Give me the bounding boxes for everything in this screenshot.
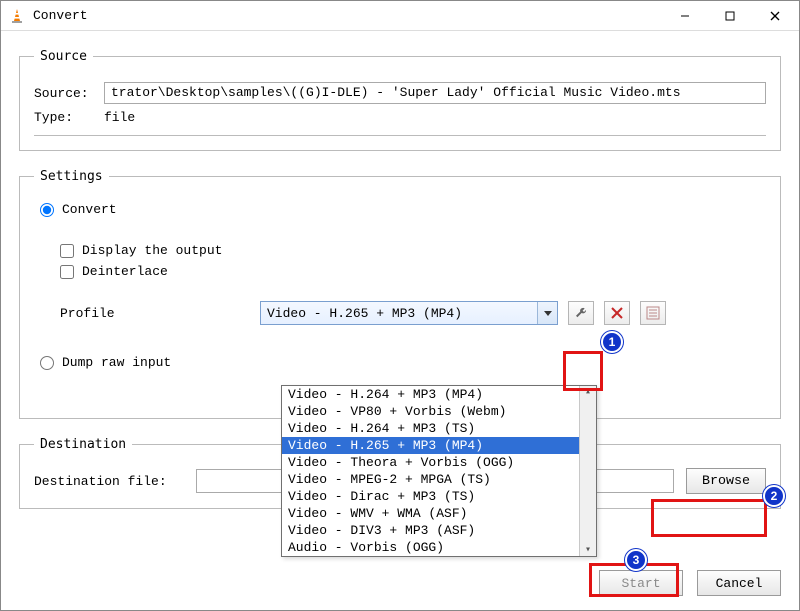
badge-3: 3	[625, 549, 647, 571]
deinterlace-label: Deinterlace	[82, 264, 168, 279]
profile-label: Profile	[60, 306, 260, 321]
type-label: Type:	[34, 110, 104, 125]
dropdown-item[interactable]: Video - H.265 + MP3 (MP4)	[282, 437, 579, 454]
destination-label: Destination file:	[34, 474, 184, 489]
dropdown-item[interactable]: Audio - Vorbis (OGG)	[282, 539, 579, 556]
list-icon	[646, 306, 660, 320]
dropdown-item[interactable]: Video - WMV + WMA (ASF)	[282, 505, 579, 522]
cancel-button[interactable]: Cancel	[697, 570, 781, 596]
dropdown-item[interactable]: Video - H.264 + MP3 (TS)	[282, 420, 579, 437]
window-title: Convert	[33, 8, 88, 23]
settings-legend: Settings	[34, 169, 109, 184]
wrench-icon	[574, 306, 588, 320]
new-profile-button[interactable]	[640, 301, 666, 325]
source-input[interactable]: trator\Desktop\samples\((G)I-DLE) - 'Sup…	[104, 82, 766, 104]
titlebar: Convert	[1, 1, 799, 31]
dropdown-item[interactable]: Video - H.264 + MP3 (MP4)	[282, 386, 579, 403]
badge-2: 2	[763, 485, 785, 507]
profile-combobox[interactable]: Video - H.265 + MP3 (MP4)	[260, 301, 558, 325]
close-button[interactable]	[752, 2, 797, 30]
deinterlace-input[interactable]	[60, 265, 74, 279]
profile-selected: Video - H.265 + MP3 (MP4)	[261, 306, 537, 321]
edit-profile-button[interactable]	[568, 301, 594, 325]
type-value: file	[104, 110, 135, 125]
dump-raw-input[interactable]	[40, 356, 54, 370]
source-label: Source:	[34, 86, 104, 101]
x-icon	[611, 307, 623, 319]
convert-dialog: Convert Source Source: trator\Desktop\sa…	[0, 0, 800, 611]
source-divider	[34, 135, 766, 136]
scroll-up-icon[interactable]: ▴	[585, 386, 591, 398]
source-legend: Source	[34, 49, 93, 64]
maximize-icon	[725, 11, 735, 21]
close-icon	[770, 11, 780, 21]
convert-radio[interactable]: Convert	[40, 202, 766, 217]
settings-group: Settings Convert Display the output Dein…	[19, 169, 781, 419]
display-output-label: Display the output	[82, 243, 222, 258]
vlc-icon	[9, 8, 25, 24]
convert-radio-label: Convert	[62, 202, 117, 217]
minimize-icon	[680, 11, 690, 21]
delete-profile-button[interactable]	[604, 301, 630, 325]
display-output-checkbox[interactable]: Display the output	[60, 243, 766, 258]
dump-raw-label: Dump raw input	[62, 355, 171, 370]
chevron-down-icon	[544, 311, 552, 316]
browse-button[interactable]: Browse	[686, 468, 766, 494]
dialog-footer: Start Cancel	[599, 570, 781, 596]
start-button[interactable]: Start	[599, 570, 683, 596]
dropdown-item[interactable]: Video - MPEG-2 + MPGA (TS)	[282, 471, 579, 488]
dropdown-item[interactable]: Video - DIV3 + MP3 (ASF)	[282, 522, 579, 539]
dropdown-scrollbar[interactable]: ▴ ▾	[579, 386, 596, 556]
dropdown-item[interactable]: Video - Dirac + MP3 (TS)	[282, 488, 579, 505]
display-output-input[interactable]	[60, 244, 74, 258]
scroll-down-icon[interactable]: ▾	[585, 544, 591, 556]
destination-legend: Destination	[34, 437, 132, 452]
convert-radio-input[interactable]	[40, 203, 54, 217]
minimize-button[interactable]	[662, 2, 707, 30]
source-group: Source Source: trator\Desktop\samples\((…	[19, 49, 781, 151]
dropdown-item[interactable]: Video - VP80 + Vorbis (Webm)	[282, 403, 579, 420]
profile-dropdown-button[interactable]	[537, 302, 557, 324]
profile-dropdown-list[interactable]: Video - H.264 + MP3 (MP4)Video - VP80 + …	[281, 385, 597, 557]
badge-1: 1	[601, 331, 623, 353]
dropdown-item[interactable]: Video - Theora + Vorbis (OGG)	[282, 454, 579, 471]
deinterlace-checkbox[interactable]: Deinterlace	[60, 264, 766, 279]
dump-raw-radio[interactable]: Dump raw input	[40, 355, 766, 370]
maximize-button[interactable]	[707, 2, 752, 30]
